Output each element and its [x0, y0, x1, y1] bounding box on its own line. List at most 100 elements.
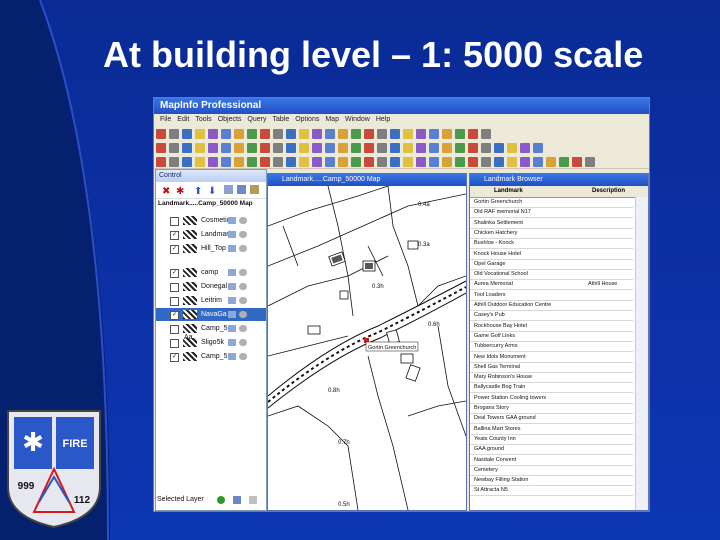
toolbar-button-icon[interactable] [273, 129, 283, 139]
layer-row[interactable]: Sligo5k [156, 336, 266, 349]
layer-visibility-checkbox[interactable] [170, 297, 179, 306]
browser-row[interactable]: Chicken Hatchery [470, 229, 633, 239]
toolbar-button-icon[interactable] [416, 129, 426, 139]
column-header-landmark[interactable]: Landmark [494, 186, 523, 197]
layer-row[interactable]: ✓ Landmarks [156, 228, 266, 241]
toolbar-button-icon[interactable] [429, 129, 439, 139]
layer-row[interactable]: ✓ Camp_5 [156, 350, 266, 363]
toolbar-button-icon[interactable] [442, 157, 452, 167]
layer-label-icon[interactable] [239, 269, 247, 276]
toolbar-button-icon[interactable] [533, 157, 543, 167]
browser-row[interactable]: Casey's Pub [470, 311, 633, 322]
layer-edit-icon[interactable] [228, 217, 236, 224]
menu-item-file[interactable]: File [160, 114, 171, 126]
remove-icon[interactable] [249, 496, 257, 504]
toolbar-button-icon[interactable] [364, 143, 374, 153]
browser-row[interactable]: Cemetery [470, 466, 633, 476]
ok-icon[interactable] [217, 496, 225, 504]
browser-row[interactable]: Tool Loaders [470, 291, 633, 301]
layer-visibility-checkbox[interactable] [170, 325, 179, 334]
toolbar-button-icon[interactable] [546, 157, 556, 167]
toolbar-button-icon[interactable] [416, 143, 426, 153]
toolbar-button-icon[interactable] [481, 157, 491, 167]
toolbar-button-icon[interactable] [325, 129, 335, 139]
browser-row[interactable]: Athill Outdoor Education Centre [470, 301, 633, 311]
layer-label-icon[interactable] [239, 311, 247, 318]
toolbar-button-icon[interactable] [559, 157, 569, 167]
toolbar-button-icon[interactable] [455, 143, 465, 153]
toolbar-button-icon[interactable] [403, 157, 413, 167]
toolbar-button-icon[interactable] [299, 157, 309, 167]
toolbar-button-icon[interactable] [195, 143, 205, 153]
toolbar-button-icon[interactable] [286, 129, 296, 139]
toolbar-button-icon[interactable] [377, 143, 387, 153]
toolbar-button-icon[interactable] [312, 129, 322, 139]
toolbar-button-icon[interactable] [468, 157, 478, 167]
toolbar-button-icon[interactable] [442, 143, 452, 153]
toolbar-button-icon[interactable] [273, 157, 283, 167]
browser-row[interactable]: Tubbercurry Arms [470, 342, 633, 353]
browser-row[interactable]: Aurea Memorial Athill House [470, 280, 633, 291]
browser-row[interactable]: Nasdale Convent [470, 456, 633, 466]
toolbar-button-icon[interactable] [299, 129, 309, 139]
toolbar-button-icon[interactable] [312, 157, 322, 167]
map-canvas[interactable]: Gortin Greenchurch 0.4a 0.3a 0.3h 0.8h 0.7h 0… [267, 185, 467, 511]
layer-visibility-checkbox[interactable] [170, 217, 179, 226]
toolbar-button-icon[interactable] [273, 143, 283, 153]
menu-item-options[interactable]: Options [295, 114, 319, 126]
layer-row[interactable]: Leitrim [156, 294, 266, 307]
toolbar-button-icon[interactable] [585, 157, 595, 167]
toolbar-button-icon[interactable] [182, 129, 192, 139]
browser-row[interactable]: Power Station Cooling towers [470, 394, 633, 404]
toolbar-button-icon[interactable] [390, 129, 400, 139]
layer-row[interactable]: Cosmetic [156, 214, 266, 227]
browser-row[interactable]: Newbay Filling Station [470, 476, 633, 487]
toolbar-button-icon[interactable] [325, 157, 335, 167]
toolbar-button-icon[interactable] [442, 129, 452, 139]
browser-row[interactable]: GAA ground [470, 445, 633, 456]
toolbar-button-icon[interactable] [325, 143, 335, 153]
toolbar-button-icon[interactable] [247, 143, 257, 153]
toolbar-button-icon[interactable] [455, 157, 465, 167]
toolbar-button-icon[interactable] [156, 143, 166, 153]
menu-item-help[interactable]: Help [376, 114, 390, 126]
layer-label-icon[interactable] [239, 325, 247, 332]
layer-properties-icon[interactable] [233, 496, 241, 504]
browser-row[interactable]: Gortin Greenchurch [470, 198, 633, 208]
layer-edit-icon[interactable] [228, 311, 236, 318]
browser-row[interactable]: Bushloe - Knock [470, 239, 633, 250]
browser-scrollbar[interactable] [635, 197, 648, 510]
menu-item-objects[interactable]: Objects [218, 114, 242, 126]
toolbar-button-icon[interactable] [507, 157, 517, 167]
toolbar-button-icon[interactable] [221, 129, 231, 139]
browser-row[interactable]: Knock House Hotel [470, 250, 633, 260]
toolbar-button-icon[interactable] [377, 129, 387, 139]
layer-label-icon[interactable] [239, 339, 247, 346]
toolbar-button-icon[interactable] [351, 143, 361, 153]
toolbar-button-icon[interactable] [416, 157, 426, 167]
menu-item-query[interactable]: Query [247, 114, 266, 126]
toolbar-button-icon[interactable] [403, 129, 413, 139]
layer-visibility-checkbox[interactable]: ✓ [170, 311, 179, 320]
toolbar-button-icon[interactable] [507, 143, 517, 153]
toolbar-button-icon[interactable] [208, 129, 218, 139]
layer-visibility-checkbox[interactable]: ✓ [170, 245, 179, 254]
toolbar-button-icon[interactable] [195, 129, 205, 139]
layer-visibility-checkbox[interactable]: ✓ [170, 353, 179, 362]
browser-row[interactable]: St Attracta N5 [470, 486, 633, 497]
toolbar-button-icon[interactable] [572, 157, 582, 167]
layer-label-icon[interactable] [239, 245, 247, 252]
toolbar-button-icon[interactable] [364, 157, 374, 167]
toolbar-button-icon[interactable] [299, 143, 309, 153]
toolbar-button-icon[interactable] [260, 157, 270, 167]
toolbar-button-icon[interactable] [338, 157, 348, 167]
toolbar-button-icon[interactable] [156, 129, 166, 139]
browser-row[interactable]: Old Vocational School [470, 270, 633, 281]
toolbar-button-icon[interactable] [468, 129, 478, 139]
toolbar-button-icon[interactable] [286, 157, 296, 167]
layer-edit-icon[interactable] [228, 269, 236, 276]
layer-label-icon[interactable] [239, 353, 247, 360]
browser-row[interactable]: Opel Garage [470, 260, 633, 270]
layer-row[interactable]: Camp_5 [156, 322, 266, 335]
toolbar-button-icon[interactable] [494, 157, 504, 167]
